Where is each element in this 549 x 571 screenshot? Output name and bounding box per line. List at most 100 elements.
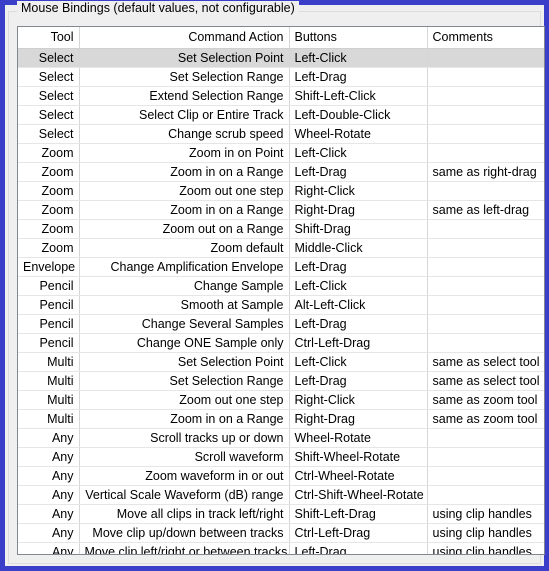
table-row[interactable]: Zoom Zoom out on a Range Shift-Drag — [18, 219, 544, 239]
cell-comments — [427, 86, 544, 106]
cell-action: Zoom in on Point — [79, 143, 290, 163]
cell-buttons: Left-Drag — [289, 371, 428, 391]
cell-buttons: Left-Drag — [289, 162, 428, 182]
column-header-tool[interactable]: Tool — [18, 27, 80, 49]
cell-tool: Zoom — [18, 200, 80, 220]
cell-action: Set Selection Point — [79, 352, 290, 372]
cell-action: Zoom in on a Range — [79, 409, 290, 429]
cell-action: Zoom out one step — [79, 181, 290, 201]
cell-action: Set Selection Range — [79, 67, 290, 87]
table-row[interactable]: Pencil Change Sample Left-Click — [18, 276, 544, 296]
cell-buttons: Right-Drag — [289, 200, 428, 220]
cell-comments — [427, 219, 544, 239]
table-row[interactable]: Multi Set Selection Range Left-Drag same as… — [18, 371, 544, 391]
column-header-buttons[interactable]: Buttons — [289, 27, 428, 49]
table-row[interactable]: Select Extend Selection Range Shift-Left-C… — [18, 86, 544, 106]
cell-tool: Select — [18, 105, 80, 125]
cell-tool: Any — [18, 447, 80, 467]
cell-comments: same as zoom tool — [427, 390, 544, 410]
cell-buttons: Right-Drag — [289, 409, 428, 429]
cell-action: Change scrub speed — [79, 124, 290, 144]
cell-action: Change ONE Sample only — [79, 333, 290, 353]
table-row[interactable]: Zoom Zoom in on Point Left-Click — [18, 143, 544, 163]
cell-comments — [427, 485, 544, 505]
cell-action: Zoom waveform in or out — [79, 466, 290, 486]
table-row[interactable]: Pencil Change ONE Sample only Ctrl-Left-Dr… — [18, 333, 544, 353]
table-row[interactable]: Any Scroll waveform Shift-Wheel-Rotate — [18, 447, 544, 467]
cell-buttons: Shift-Wheel-Rotate — [289, 447, 428, 467]
table-row[interactable]: Select Set Selection Range Left-Drag — [18, 67, 544, 87]
cell-buttons: Left-Drag — [289, 542, 428, 554]
cell-comments: same as select tool — [427, 371, 544, 391]
cell-tool: Multi — [18, 352, 80, 372]
cell-action: Move clip up/down between tracks — [79, 523, 290, 543]
cell-action: Smooth at Sample — [79, 295, 290, 315]
cell-tool: Pencil — [18, 276, 80, 296]
cell-comments — [427, 48, 544, 68]
cell-buttons: Ctrl-Shift-Wheel-Rotate — [289, 485, 428, 505]
cell-action: Set Selection Range — [79, 371, 290, 391]
cell-tool: Any — [18, 428, 80, 448]
cell-buttons: Shift-Left-Drag — [289, 504, 428, 524]
table-row[interactable]: Pencil Smooth at Sample Alt-Left-Click — [18, 295, 544, 315]
table-row[interactable]: Multi Set Selection Point Left-Click same a… — [18, 352, 544, 372]
table-row[interactable]: Zoom Zoom default Middle-Click — [18, 238, 544, 258]
mouse-bindings-groupbox: Mouse Bindings (default values, not conf… — [8, 1, 545, 564]
cell-buttons: Left-Click — [289, 143, 428, 163]
cell-buttons: Left-Drag — [289, 314, 428, 334]
cell-buttons: Left-Double-Click — [289, 105, 428, 125]
cell-comments — [427, 447, 544, 467]
table-row[interactable]: Select Change scrub speed Wheel-Rotate — [18, 124, 544, 144]
cell-tool: Zoom — [18, 238, 80, 258]
cell-buttons: Left-Drag — [289, 257, 428, 277]
column-header-action[interactable]: Command Action — [79, 27, 290, 49]
cell-comments — [427, 105, 544, 125]
cell-action: Zoom default — [79, 238, 290, 258]
cell-action: Change Amplification Envelope — [79, 257, 290, 277]
cell-comments: same as zoom tool — [427, 409, 544, 429]
cell-comments: using clip handles — [427, 542, 544, 554]
table-row[interactable]: Any Zoom waveform in or out Ctrl-Wheel-Rot… — [18, 466, 544, 486]
cell-comments — [427, 124, 544, 144]
cell-tool: Select — [18, 86, 80, 106]
cell-tool: Multi — [18, 371, 80, 391]
cell-buttons: Left-Click — [289, 352, 428, 372]
cell-comments — [427, 466, 544, 486]
cell-tool: Any — [18, 466, 80, 486]
table-row[interactable]: Select Set Selection Point Left-Click — [18, 48, 544, 68]
cell-action: Scroll tracks up or down — [79, 428, 290, 448]
table-row[interactable]: Zoom Zoom out one step Right-Click — [18, 181, 544, 201]
cell-comments — [427, 67, 544, 87]
dialog-window: Mouse Bindings (default values, not conf… — [0, 0, 549, 571]
cell-comments — [427, 257, 544, 277]
cell-tool: Zoom — [18, 219, 80, 239]
table-header: Tool Command Action Buttons Comments — [18, 27, 544, 49]
cell-tool: Zoom — [18, 162, 80, 182]
table-row[interactable]: Zoom Zoom in on a Range Left-Drag same as r… — [18, 162, 544, 182]
cell-action: Zoom out on a Range — [79, 219, 290, 239]
column-header-comments[interactable]: Comments — [427, 27, 544, 49]
table-body: Select Set Selection Point Left-Click Selec… — [18, 48, 544, 554]
cell-action: Zoom in on a Range — [79, 162, 290, 182]
table-row[interactable]: Select Select Clip or Entire Track Left-Do… — [18, 105, 544, 125]
cell-action: Move all clips in track left/right — [79, 504, 290, 524]
cell-tool: Any — [18, 485, 80, 505]
table-row[interactable]: Envelope Change Amplification Envelope Lef… — [18, 257, 544, 277]
table-row[interactable]: Multi Zoom in on a Range Right-Drag same as… — [18, 409, 544, 429]
table-row[interactable]: Any Vertical Scale Waveform (dB) range Ctr… — [18, 485, 544, 505]
cell-comments — [427, 143, 544, 163]
cell-tool: Select — [18, 48, 80, 68]
table-row[interactable]: Any Move clip up/down between tracks Ctrl-… — [18, 523, 544, 543]
cell-comments: same as select tool — [427, 352, 544, 372]
cell-buttons: Left-Drag — [289, 67, 428, 87]
table-row[interactable]: Any Move clip left/right or between track… — [18, 542, 544, 554]
cell-tool: Any — [18, 542, 80, 554]
mouse-bindings-grid[interactable]: Tool Command Action Buttons Comments Sel… — [17, 26, 545, 555]
table-row[interactable]: Zoom Zoom in on a Range Right-Drag same as … — [18, 200, 544, 220]
cell-buttons: Left-Click — [289, 48, 428, 68]
table-row[interactable]: Multi Zoom out one step Right-Click same as… — [18, 390, 544, 410]
table-row[interactable]: Any Scroll tracks up or down Wheel-Rotate — [18, 428, 544, 448]
table-row[interactable]: Pencil Change Several Samples Left-Drag — [18, 314, 544, 334]
table-row[interactable]: Any Move all clips in track left/right Shi… — [18, 504, 544, 524]
cell-comments: using clip handles — [427, 523, 544, 543]
